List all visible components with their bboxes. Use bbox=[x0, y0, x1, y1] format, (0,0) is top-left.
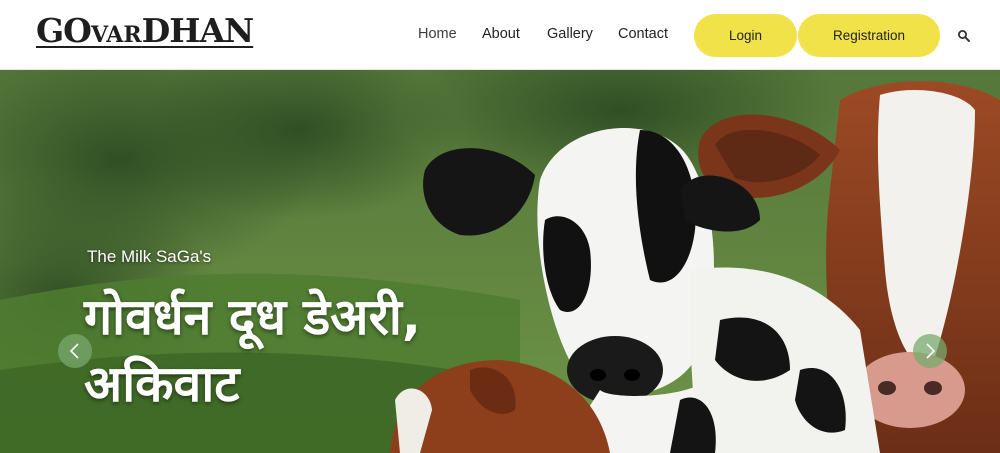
nav-gallery[interactable]: Gallery bbox=[547, 26, 593, 42]
nav-home[interactable]: Home bbox=[418, 26, 457, 42]
brand-part-dhan: DHAN bbox=[141, 11, 255, 50]
chevron-right-icon bbox=[926, 343, 936, 359]
carousel-next-button[interactable] bbox=[913, 334, 947, 368]
nav-contact[interactable]: Contact bbox=[618, 26, 668, 42]
chevron-left-icon bbox=[69, 343, 79, 359]
hero-tagline: The Milk SaGa's bbox=[87, 247, 212, 266]
hero-headline: गोवर्धन दूध डेअरी, अकिवाट bbox=[84, 288, 421, 413]
navbar: GOVARDHAN Home About Gallery Contact Log… bbox=[0, 0, 1000, 70]
login-button-label: Login bbox=[728, 28, 763, 43]
nav-about[interactable]: About bbox=[482, 26, 520, 42]
brand-logo[interactable]: GOVARDHAN bbox=[36, 11, 255, 50]
brand-part-var: VAR bbox=[90, 22, 142, 48]
carousel-prev-button[interactable] bbox=[58, 334, 92, 368]
hero-carousel: The Milk SaGa's गोवर्धन दूध डेअरी, अकिवा… bbox=[0, 70, 1000, 453]
registration-button[interactable]: Registration bbox=[798, 14, 940, 57]
brand-part-go: GO bbox=[36, 11, 92, 50]
search-icon[interactable] bbox=[957, 29, 971, 43]
registration-button-label: Registration bbox=[832, 28, 906, 43]
login-button[interactable]: Login bbox=[694, 14, 797, 57]
